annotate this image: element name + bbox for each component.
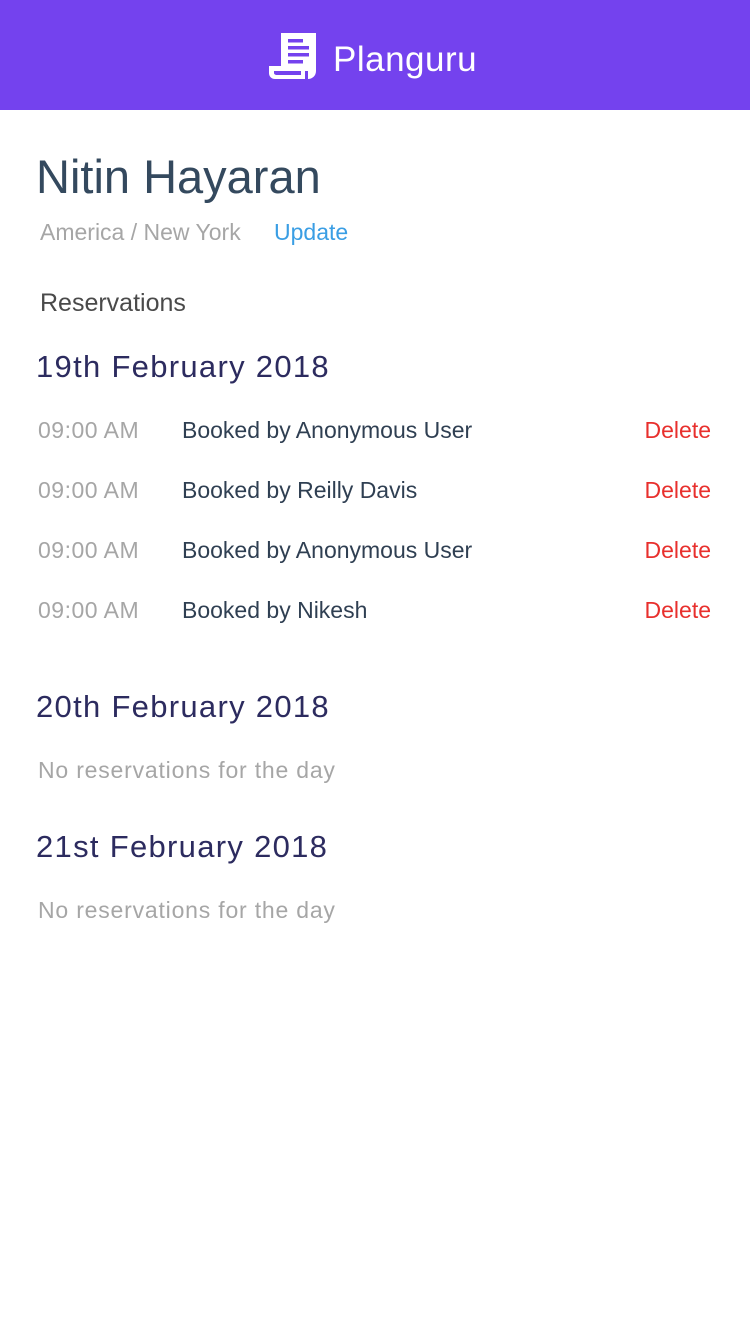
- delete-button[interactable]: Delete: [645, 595, 711, 625]
- day-title: 20th February 2018: [36, 689, 330, 724]
- day-title: 21st February 2018: [36, 829, 329, 864]
- reservation-row: 09:00 AM Booked by Anonymous User Delete: [0, 535, 750, 575]
- reservation-time: 09:00 AM: [38, 597, 140, 623]
- receipt-icon: [269, 33, 316, 79]
- delete-button[interactable]: Delete: [645, 475, 711, 505]
- reservations-heading: Reservations: [40, 289, 186, 317]
- reservation-row: 09:00 AM Booked by Reilly Davis Delete: [0, 475, 750, 515]
- reservation-booked-by: Booked by Anonymous User: [182, 417, 473, 443]
- reservation-time: 09:00 AM: [38, 537, 140, 563]
- reservation-booked-by: Booked by Anonymous User: [182, 537, 473, 563]
- app-header: Planguru: [0, 0, 750, 110]
- reservation-time: 09:00 AM: [38, 477, 140, 503]
- reservation-row: 09:00 AM Booked by Anonymous User Delete: [0, 415, 750, 455]
- reservation-time: 09:00 AM: [38, 417, 140, 443]
- empty-reservations-message: No reservations for the day: [38, 757, 336, 783]
- reservation-booked-by: Booked by Reilly Davis: [182, 477, 418, 503]
- reservation-booked-by: Booked by Nikesh: [182, 597, 368, 623]
- reservation-row: 09:00 AM Booked by Nikesh Delete: [0, 595, 750, 635]
- update-timezone-link[interactable]: Update: [274, 217, 348, 247]
- app-title: Planguru: [333, 40, 478, 79]
- day-title: 19th February 2018: [36, 349, 330, 384]
- timezone-label: America / New York: [40, 219, 241, 245]
- empty-reservations-message: No reservations for the day: [38, 897, 336, 923]
- delete-button[interactable]: Delete: [645, 415, 711, 445]
- delete-button[interactable]: Delete: [645, 535, 711, 565]
- user-name: Nitin Hayaran: [36, 150, 321, 203]
